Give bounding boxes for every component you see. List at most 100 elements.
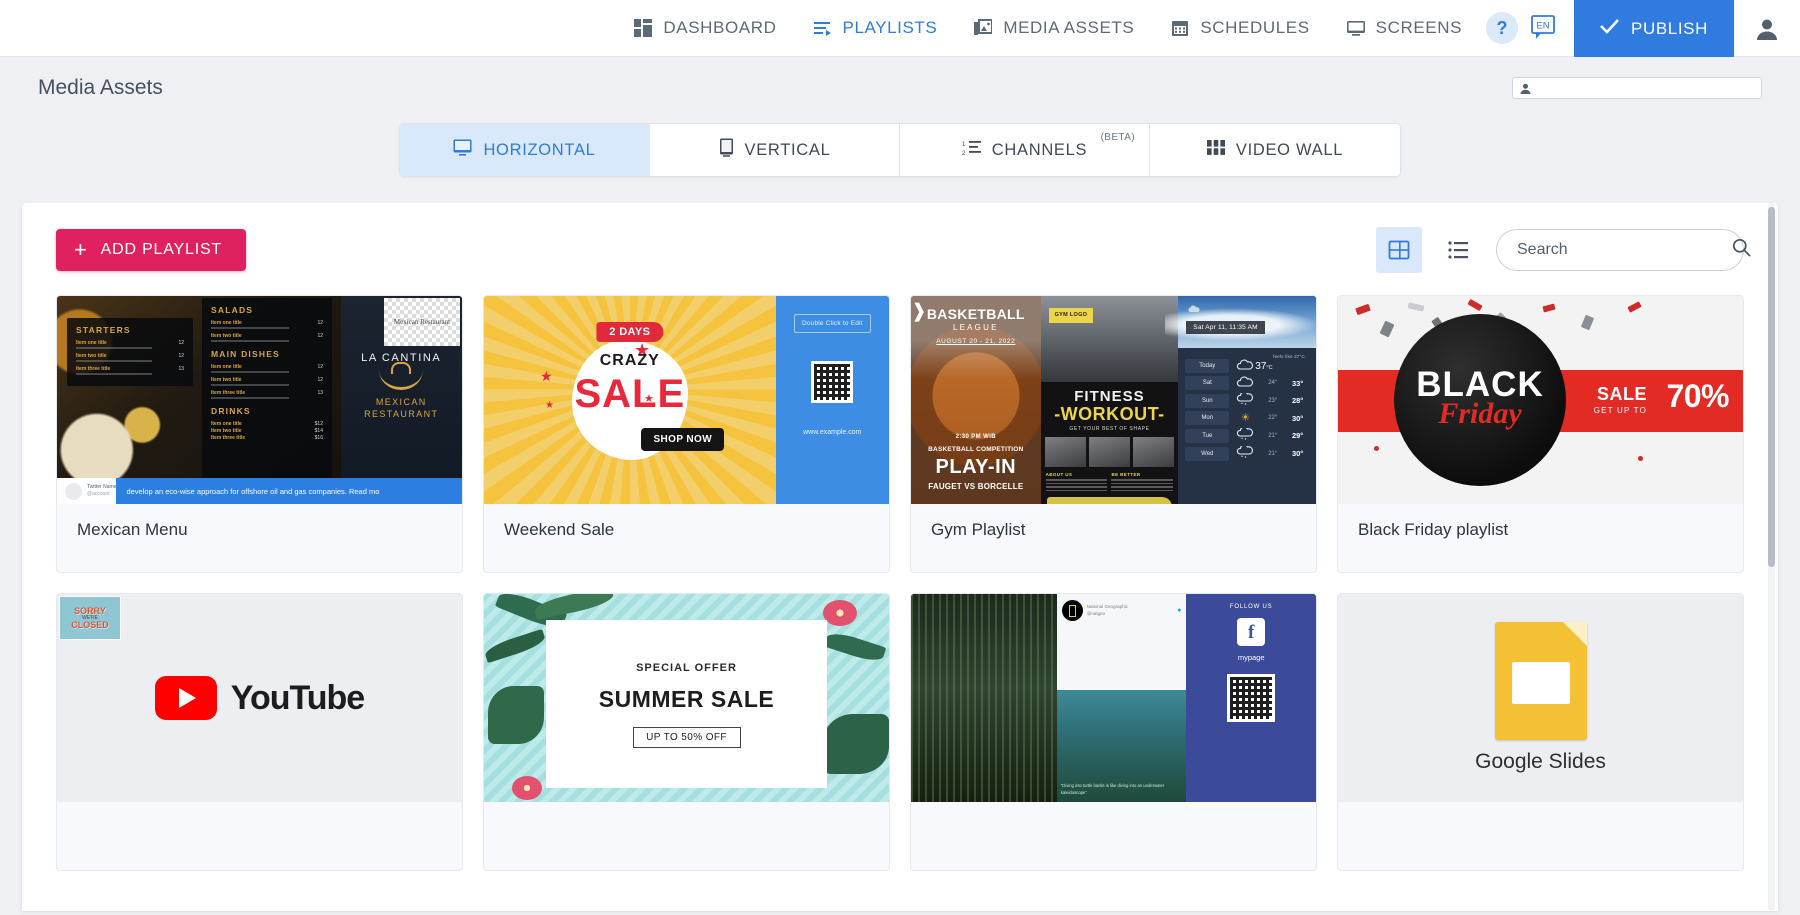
confetti-piece [1355, 304, 1371, 315]
tab-label-channels: CHANNELS [992, 141, 1087, 160]
scrollbar-thumb[interactable] [1768, 207, 1775, 567]
menu-item-price: 13 [178, 366, 184, 372]
star-icon: ★ [540, 368, 553, 385]
rain-icon [1235, 428, 1255, 443]
poster-headline: PLAY-IN [911, 456, 1041, 479]
poster-teams: FAUGET VS BORCELLE [911, 482, 1041, 491]
playlist-thumbnail: SORRY WE'RE CLOSED YouTube [57, 594, 462, 802]
rain-icon [1235, 393, 1255, 408]
user-avatar-icon [1754, 16, 1780, 42]
cloud-icon [1187, 300, 1201, 318]
confetti-piece [1380, 321, 1395, 338]
account-display-name: National Geographic [1087, 604, 1128, 609]
nav-item-schedules[interactable]: SCHEDULES [1152, 0, 1327, 57]
nav-item-dashboard[interactable]: DASHBOARD [615, 0, 794, 57]
follow-panel: FOLLOW US f mypage [1186, 594, 1316, 802]
plus-icon: + [74, 239, 88, 261]
grid-view-icon [1388, 239, 1410, 261]
summer-title: SUMMER SALE [546, 686, 827, 713]
confetti-piece [1581, 315, 1594, 330]
workout-poster: GYM LOGO FITNESS -WORKOUT- GET YOUR BEST… [1041, 296, 1179, 504]
ticker-user-name: Twitter Name [87, 484, 116, 492]
svg-text:1: 1 [962, 142, 966, 148]
poster-time: 2:30 PM WIB [911, 434, 1041, 440]
flower-shape [512, 776, 542, 800]
social-ticker: Twitter Name @account develop an eco-wis… [57, 478, 462, 504]
playlist-card-black-friday[interactable]: BLACK Friday SALE GET UP TO 70% Black Fr… [1337, 295, 1744, 573]
menu-item-name: Item three title [211, 390, 245, 396]
language-bubble-icon: EN [1529, 14, 1559, 42]
playlist-thumbnail: Google Slides [1338, 594, 1743, 802]
menu-section-starters: STARTERS Item one title12 Item two title… [67, 318, 193, 386]
summer-sale-card: SPECIAL OFFER SUMMER SALE UP TO 50% OFF [546, 620, 827, 788]
tab-badge-beta: (BETA) [1101, 132, 1135, 143]
weather-temp-value: 37 [1255, 361, 1266, 372]
search-icon[interactable] [1732, 238, 1751, 262]
playlist-card-weekend-sale[interactable]: ★ ★ ★ ★ ★ 2 DAYS CRAZY SALE SHOP NOW Dou… [483, 295, 890, 573]
confetti-piece [1374, 446, 1379, 451]
menu-item-price: 13 [317, 390, 323, 396]
playlist-card-title [484, 802, 889, 834]
playlist-card-google-slides[interactable]: Google Slides [1337, 593, 1744, 871]
panel-scrollbar[interactable] [1768, 203, 1775, 911]
nav-label-screens: SCREENS [1376, 18, 1462, 38]
language-button[interactable]: EN [1528, 13, 1560, 43]
playlist-card-gym[interactable]: ❱ BASKETBALL LEAGUE AUGUST 20 - 21, 2022… [910, 295, 1317, 573]
weather-day: Sat [1185, 376, 1229, 390]
help-label: ? [1497, 18, 1508, 39]
nav-item-playlists[interactable]: PLAYLISTS [795, 0, 956, 57]
youtube-play-icon [155, 676, 217, 720]
weather-datetime: Sat Apr 11, 11:35 AM [1186, 321, 1264, 334]
playlist-card-mexican-menu[interactable]: STARTERS Item one title12 Item two title… [56, 295, 463, 573]
tab-label-horizontal: HORIZONTAL [483, 141, 595, 160]
weather-forecast-list: feels like 37°C Today 37°C Sat [1178, 348, 1316, 504]
poster-title: BASKETBALL [911, 306, 1041, 322]
menu-item-name: Item one title [76, 340, 107, 346]
sale-badge: 2 DAYS [596, 322, 663, 342]
menu-item-price: $14 [315, 428, 323, 434]
confetti-piece [1627, 301, 1641, 312]
tab-horizontal[interactable]: HORIZONTAL [400, 124, 650, 176]
header-account-field[interactable] [1512, 77, 1762, 99]
playlist-card-summer-sale[interactable]: SPECIAL OFFER SUMMER SALE UP TO 50% OFF [483, 593, 890, 871]
search-box[interactable] [1496, 229, 1744, 271]
gym-photo: GYM LOGO [1041, 296, 1179, 382]
weather-high: 33° [1277, 379, 1303, 388]
menu-sections-column: SALADS Item one title12 Item two title12… [202, 298, 332, 502]
playlist-thumbnail: ★ ★ ★ ★ ★ 2 DAYS CRAZY SALE SHOP NOW Dou… [484, 296, 889, 504]
shop-now-cta: SHOP NOW [641, 428, 724, 451]
panel-toolbar: + ADD PLAYLIST [22, 203, 1778, 283]
black-friday-sale-label: SALE [1597, 384, 1647, 405]
add-playlist-button[interactable]: + ADD PLAYLIST [56, 229, 246, 271]
weather-day: Today [1185, 359, 1229, 373]
menu-section-heading: DRINKS [211, 406, 323, 416]
tab-label-vertical: VERTICAL [745, 141, 831, 160]
playlist-card-youtube[interactable]: SORRY WE'RE CLOSED YouTube [56, 593, 463, 871]
nav-item-screens[interactable]: SCREENS [1328, 0, 1480, 57]
leaf-shape [533, 594, 615, 620]
search-input[interactable] [1517, 241, 1724, 259]
playlist-thumbnail: ❱ BASKETBALL LEAGUE AUGUST 20 - 21, 2022… [911, 296, 1316, 504]
confetti-piece [1408, 302, 1425, 311]
menu-item-name: Item one title [211, 364, 242, 370]
grid-view-button[interactable] [1376, 227, 1422, 273]
double-click-edit-label: Double Click to Edit [794, 314, 871, 333]
publish-button[interactable]: PUBLISH [1574, 0, 1734, 57]
nav-label-media-assets: MEDIA ASSETS [1003, 18, 1134, 38]
playlist-card-social-feed[interactable]: National Geographic @natgeo ● "Diving in… [910, 593, 1317, 871]
tab-video-wall[interactable]: VIDEO WALL [1150, 124, 1400, 176]
tab-channels[interactable]: (BETA) 1 2 CHANNELS [900, 124, 1150, 176]
menu-board-brand-panel: LA CANTINA MEXICANRESTAURANT Mexican Res… [341, 296, 463, 504]
monstera-leaf-shape [823, 714, 889, 774]
user-account-button[interactable] [1734, 0, 1800, 57]
workout-col2-heading: BE BETTER [1111, 472, 1173, 477]
nav-item-media-assets[interactable]: MEDIA ASSETS [955, 0, 1152, 57]
playlist-grid: STARTERS Item one title12 Item two title… [22, 283, 1778, 895]
help-button[interactable]: ? [1486, 12, 1518, 44]
list-view-button[interactable] [1436, 227, 1482, 273]
tab-vertical[interactable]: VERTICAL [650, 124, 900, 176]
menu-item-price: $16 [315, 435, 323, 441]
mini-avatar-icon [1519, 82, 1532, 95]
summer-sale-scene: SPECIAL OFFER SUMMER SALE UP TO 50% OFF [484, 594, 889, 802]
playlist-card-title: Weekend Sale [484, 504, 889, 556]
